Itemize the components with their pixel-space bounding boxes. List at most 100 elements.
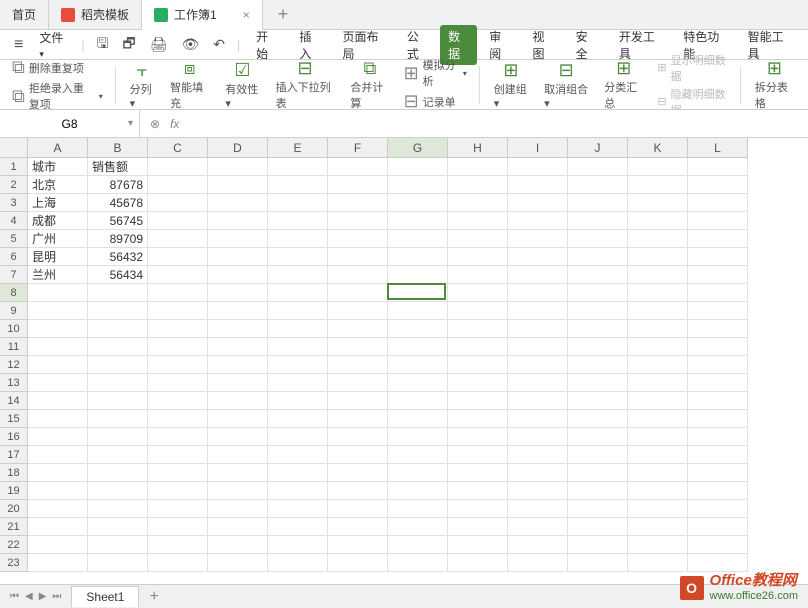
row-header[interactable]: 17 (0, 446, 28, 464)
row-header[interactable]: 11 (0, 338, 28, 356)
cell[interactable] (688, 356, 748, 374)
cell[interactable] (328, 194, 388, 212)
cell[interactable] (448, 194, 508, 212)
cell[interactable] (568, 356, 628, 374)
cell[interactable] (388, 374, 448, 392)
cell[interactable] (508, 518, 568, 536)
col-header[interactable]: E (268, 138, 328, 158)
undo-icon[interactable]: ↶ (207, 32, 231, 57)
cell[interactable] (88, 500, 148, 518)
cell[interactable] (388, 500, 448, 518)
cell[interactable] (508, 500, 568, 518)
cell[interactable] (208, 554, 268, 572)
cell[interactable]: 上海 (28, 194, 88, 212)
cell[interactable] (28, 374, 88, 392)
cell[interactable] (28, 320, 88, 338)
cell[interactable] (508, 338, 568, 356)
cancel-icon[interactable]: ⊗ (150, 117, 160, 131)
cell[interactable] (28, 428, 88, 446)
cell[interactable] (88, 518, 148, 536)
save-as-icon[interactable]: 🗗 (117, 29, 142, 61)
cell[interactable] (328, 266, 388, 284)
cell[interactable] (148, 518, 208, 536)
validation-button[interactable]: ☑有效性▾ (219, 58, 265, 112)
cell[interactable] (448, 464, 508, 482)
cell[interactable] (568, 266, 628, 284)
cell[interactable] (148, 338, 208, 356)
cell[interactable] (28, 338, 88, 356)
cell[interactable] (508, 194, 568, 212)
record-button[interactable]: ⊟记录单 (404, 91, 467, 112)
cell[interactable] (388, 194, 448, 212)
cell[interactable] (388, 284, 448, 302)
cell[interactable] (208, 212, 268, 230)
cell[interactable] (628, 518, 688, 536)
cell[interactable] (268, 158, 328, 176)
row-header[interactable]: 21 (0, 518, 28, 536)
cell[interactable] (628, 248, 688, 266)
row-header[interactable]: 13 (0, 374, 28, 392)
cell[interactable] (688, 176, 748, 194)
cell[interactable] (28, 284, 88, 302)
cell[interactable] (388, 212, 448, 230)
cell[interactable] (628, 284, 688, 302)
col-header[interactable]: G (388, 138, 448, 158)
cell[interactable] (268, 338, 328, 356)
row-header[interactable]: 1 (0, 158, 28, 176)
cell[interactable] (508, 176, 568, 194)
row-header[interactable]: 6 (0, 248, 28, 266)
sheet-first-icon[interactable]: ⏮ (10, 591, 19, 602)
split-table-button[interactable]: ⊞拆分表格 (749, 56, 800, 113)
cell[interactable] (208, 446, 268, 464)
cell[interactable] (628, 194, 688, 212)
cell[interactable] (628, 554, 688, 572)
cell[interactable]: 昆明 (28, 248, 88, 266)
cell[interactable] (28, 536, 88, 554)
cell[interactable] (388, 446, 448, 464)
cell[interactable] (28, 392, 88, 410)
cell[interactable] (448, 410, 508, 428)
cell[interactable] (88, 536, 148, 554)
cell[interactable] (208, 248, 268, 266)
cell[interactable] (568, 194, 628, 212)
sheet-last-icon[interactable]: ⏭ (52, 591, 61, 602)
dedup-button[interactable]: ⧉删除重复项 (12, 57, 103, 78)
cell[interactable] (268, 554, 328, 572)
cell[interactable] (388, 230, 448, 248)
cell[interactable] (88, 410, 148, 428)
cell[interactable]: 广州 (28, 230, 88, 248)
cell[interactable] (568, 536, 628, 554)
cell[interactable] (388, 302, 448, 320)
cell[interactable] (448, 284, 508, 302)
group-create-button[interactable]: ⊞创建组▾ (488, 58, 534, 112)
row-header[interactable]: 12 (0, 356, 28, 374)
cell[interactable] (148, 536, 208, 554)
fx-icon[interactable]: fx (170, 117, 179, 131)
cell[interactable]: 兰州 (28, 266, 88, 284)
cell[interactable] (508, 464, 568, 482)
formula-input[interactable] (189, 110, 808, 137)
col-header[interactable]: B (88, 138, 148, 158)
cell[interactable] (448, 374, 508, 392)
cell[interactable] (568, 284, 628, 302)
add-sheet-button[interactable]: + (139, 588, 168, 606)
close-icon[interactable]: × (243, 8, 250, 22)
cell[interactable] (568, 248, 628, 266)
cell[interactable] (628, 536, 688, 554)
cell[interactable] (328, 428, 388, 446)
cell[interactable] (268, 374, 328, 392)
col-header[interactable]: C (148, 138, 208, 158)
cell[interactable] (508, 158, 568, 176)
cell[interactable] (448, 302, 508, 320)
cell[interactable] (388, 320, 448, 338)
cell[interactable] (328, 284, 388, 302)
cell[interactable] (568, 428, 628, 446)
cells-area[interactable]: 城市销售额北京87678上海45678成都56745广州89709昆明56432… (28, 158, 748, 572)
cell[interactable] (388, 410, 448, 428)
cell[interactable] (148, 248, 208, 266)
cell[interactable] (688, 230, 748, 248)
cell[interactable] (208, 230, 268, 248)
cell[interactable] (688, 212, 748, 230)
cell[interactable] (688, 446, 748, 464)
cell[interactable] (688, 500, 748, 518)
